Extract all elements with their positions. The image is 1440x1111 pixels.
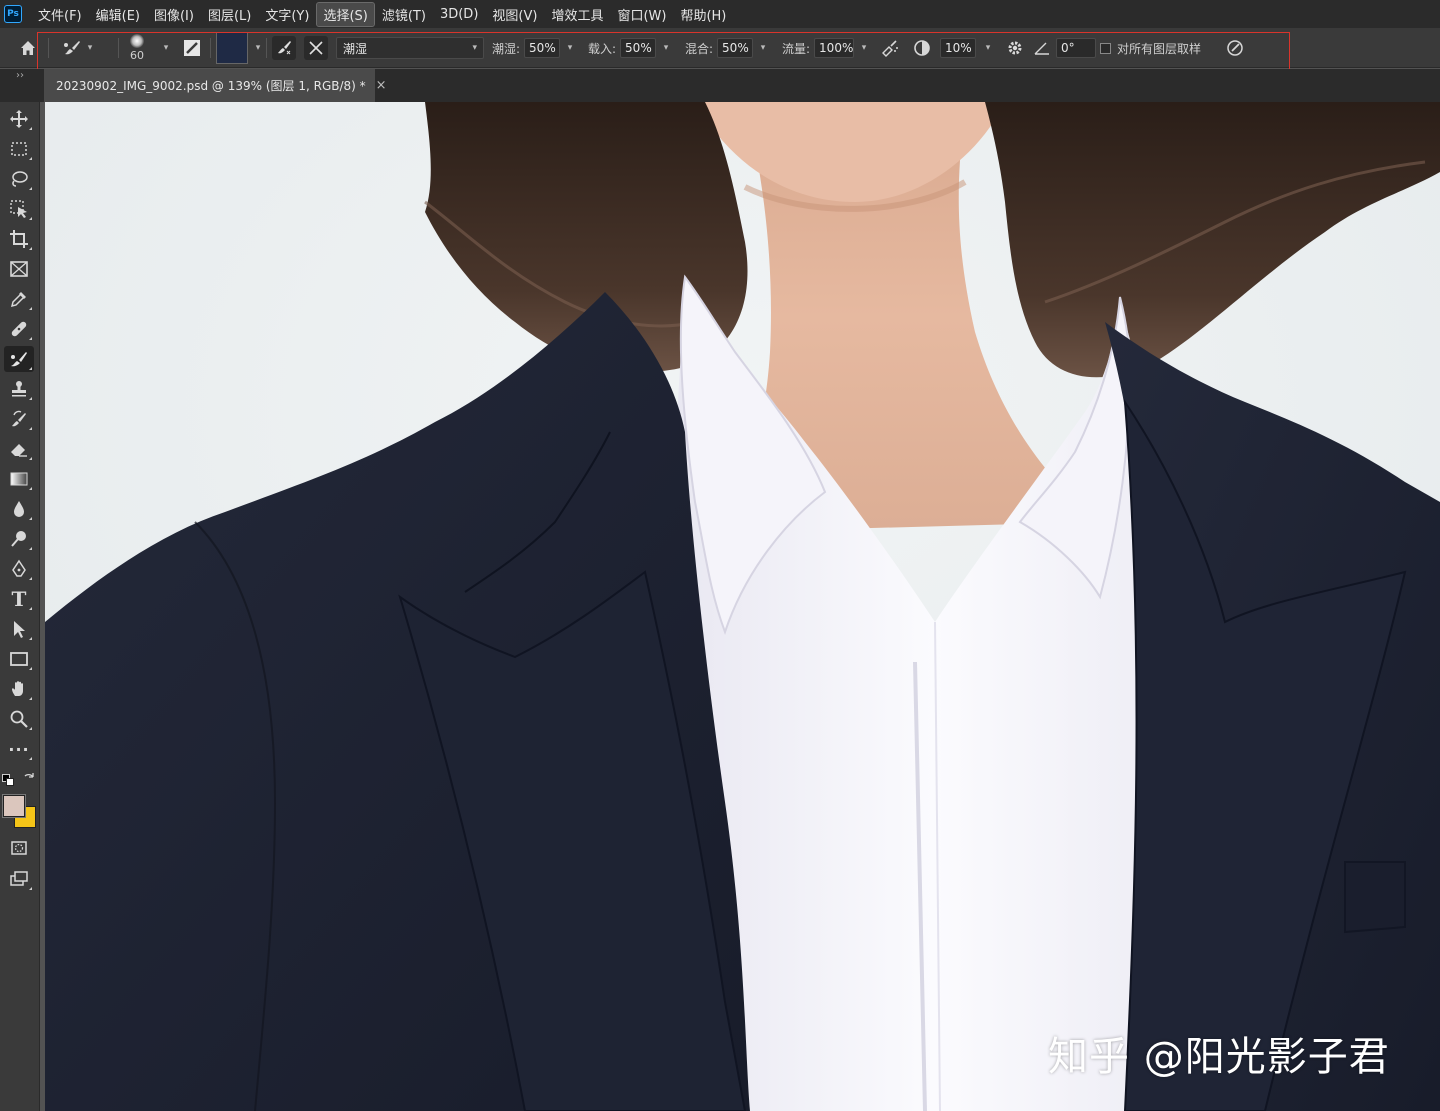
document-tab[interactable]: 20230902_IMG_9002.psd @ 139% (图层 1, RGB/… xyxy=(44,69,387,102)
gear-icon[interactable] xyxy=(1003,36,1027,60)
default-colors-icon[interactable] xyxy=(2,774,14,786)
move-tool-icon[interactable] xyxy=(4,106,34,132)
path-select-tool-icon[interactable] xyxy=(4,616,34,642)
history-brush-tool-icon[interactable] xyxy=(4,406,34,432)
more-tools-glyph: ··· xyxy=(8,739,30,759)
hand-tool-icon[interactable] xyxy=(4,676,34,702)
menu-3d[interactable]: 3D(D) xyxy=(434,5,484,24)
document-tab-bar: 20230902_IMG_9002.psd @ 139% (图层 1, RGB/… xyxy=(0,69,1440,102)
mix-label: 混合: xyxy=(685,41,714,56)
document-tab-title: 20230902_IMG_9002.psd @ 139% (图层 1, RGB/… xyxy=(56,79,366,93)
home-icon[interactable] xyxy=(16,36,40,60)
menu-filter[interactable]: 滤镜(T) xyxy=(376,3,432,26)
foreground-color-swatch[interactable] xyxy=(2,794,26,818)
swap-colors-icon[interactable] xyxy=(22,772,36,786)
marquee-tool-icon[interactable] xyxy=(4,136,34,162)
load-input[interactable]: 50% xyxy=(620,38,657,58)
mix-input[interactable]: 50% xyxy=(717,38,754,58)
watermark-text: 知乎 @阳光影子君 xyxy=(1048,1034,1390,1080)
soft-brush-tip-icon xyxy=(130,34,144,48)
rectangle-tool-icon[interactable] xyxy=(4,646,34,672)
document-canvas[interactable]: 知乎 @阳光影子君 xyxy=(45,102,1440,1111)
mix-preset-dropdown[interactable]: 潮湿 ▾ xyxy=(336,37,484,59)
eraser-tool-icon[interactable] xyxy=(4,436,34,462)
pen-tool-icon[interactable] xyxy=(4,556,34,582)
airbrush-icon[interactable] xyxy=(878,36,902,60)
type-tool-icon[interactable]: T xyxy=(4,586,34,612)
brush-size-value: 60 xyxy=(130,49,144,62)
menu-window[interactable]: 窗口(W) xyxy=(611,3,672,26)
portrait-photo xyxy=(45,102,1440,1111)
clone-stamp-tool-icon[interactable] xyxy=(4,376,34,402)
brush-preset-picker[interactable]: 60 xyxy=(130,28,144,68)
menu-image[interactable]: 图像(I) xyxy=(148,3,200,26)
sample-all-layers-label: 对所有图层取样 xyxy=(1117,41,1202,56)
flow-label: 流量: xyxy=(782,41,811,56)
frame-tool-icon[interactable] xyxy=(4,256,34,282)
dodge-tool-icon[interactable] xyxy=(4,526,34,552)
options-bar: ▾ 60 ▾ ▾ 潮湿 ▾ 潮湿: 50% ▾ 载入: 50% ▾ 混合: 50… xyxy=(0,28,1440,68)
sample-all-layers-checkbox[interactable] xyxy=(1100,42,1111,54)
mix-preset-chevron-down-icon: ▾ xyxy=(472,43,477,53)
mixer-brush-tool-icon[interactable] xyxy=(4,346,34,372)
wet-input[interactable]: 50% xyxy=(524,38,561,58)
healing-brush-tool-icon[interactable] xyxy=(4,316,34,342)
menu-select[interactable]: 选择(S) xyxy=(316,1,375,27)
brush-angle-input[interactable]: 0° xyxy=(1056,38,1096,58)
current-brush-load-swatch[interactable] xyxy=(216,32,248,64)
lasso-tool-icon[interactable] xyxy=(4,166,34,192)
mix-preset-value: 潮湿 xyxy=(343,41,368,56)
toolbar-collapse-handle[interactable]: ›› xyxy=(0,69,40,102)
quick-mask-icon[interactable] xyxy=(4,835,34,861)
load-label: 载入: xyxy=(588,41,617,56)
load-brush-after-stroke-icon[interactable] xyxy=(272,36,296,60)
blur-tool-icon[interactable] xyxy=(4,496,34,522)
brush-preset-chevron-down-icon[interactable]: ▾ xyxy=(160,42,172,54)
photoshop-logo-icon: Ps xyxy=(4,5,22,23)
menu-type[interactable]: 文字(Y) xyxy=(259,3,315,26)
double-chevron-icon: ›› xyxy=(16,70,24,81)
close-icon[interactable]: × xyxy=(376,78,387,93)
tool-preset-chevron-down-icon[interactable]: ▾ xyxy=(84,42,96,54)
wet-chevron-down-icon[interactable]: ▾ xyxy=(564,42,576,54)
load-chevron-down-icon[interactable]: ▾ xyxy=(660,42,672,54)
tools-panel: T ··· xyxy=(0,102,40,1111)
zoom-tool-icon[interactable] xyxy=(4,706,34,732)
smoothing-icon[interactable] xyxy=(910,36,934,60)
flow-input[interactable]: 100% xyxy=(814,38,855,58)
eyedropper-tool-icon[interactable] xyxy=(4,286,34,312)
mix-chevron-down-icon[interactable]: ▾ xyxy=(757,42,769,54)
more-tools-icon[interactable]: ··· xyxy=(4,736,34,762)
menu-file[interactable]: 文件(F) xyxy=(32,3,88,26)
flow-chevron-down-icon[interactable]: ▾ xyxy=(858,42,870,54)
wet-label: 潮湿: xyxy=(492,41,521,56)
brush-angle-icon xyxy=(1030,36,1054,60)
brush-load-chevron-down-icon[interactable]: ▾ xyxy=(252,42,264,54)
screen-mode-icon[interactable] xyxy=(4,866,34,892)
crop-tool-icon[interactable] xyxy=(4,226,34,252)
smoothing-chevron-down-icon[interactable]: ▾ xyxy=(982,42,994,54)
object-select-tool-icon[interactable] xyxy=(4,196,34,222)
gradient-tool-icon[interactable] xyxy=(4,466,34,492)
tool-preset-icon[interactable] xyxy=(60,36,84,60)
clean-brush-after-stroke-icon[interactable] xyxy=(304,36,328,60)
pressure-size-icon[interactable] xyxy=(1223,36,1247,60)
menu-edit[interactable]: 编辑(E) xyxy=(90,3,146,26)
menu-layer[interactable]: 图层(L) xyxy=(202,3,257,26)
menu-bar: Ps 文件(F) 编辑(E) 图像(I) 图层(L) 文字(Y) 选择(S) 滤… xyxy=(0,0,1440,28)
smoothing-input[interactable]: 10% xyxy=(940,38,976,58)
type-tool-glyph: T xyxy=(11,587,27,611)
menu-plugins[interactable]: 增效工具 xyxy=(545,3,609,26)
menu-help[interactable]: 帮助(H) xyxy=(674,3,732,26)
brush-settings-panel-icon[interactable] xyxy=(180,36,204,60)
menu-view[interactable]: 视图(V) xyxy=(486,3,543,26)
